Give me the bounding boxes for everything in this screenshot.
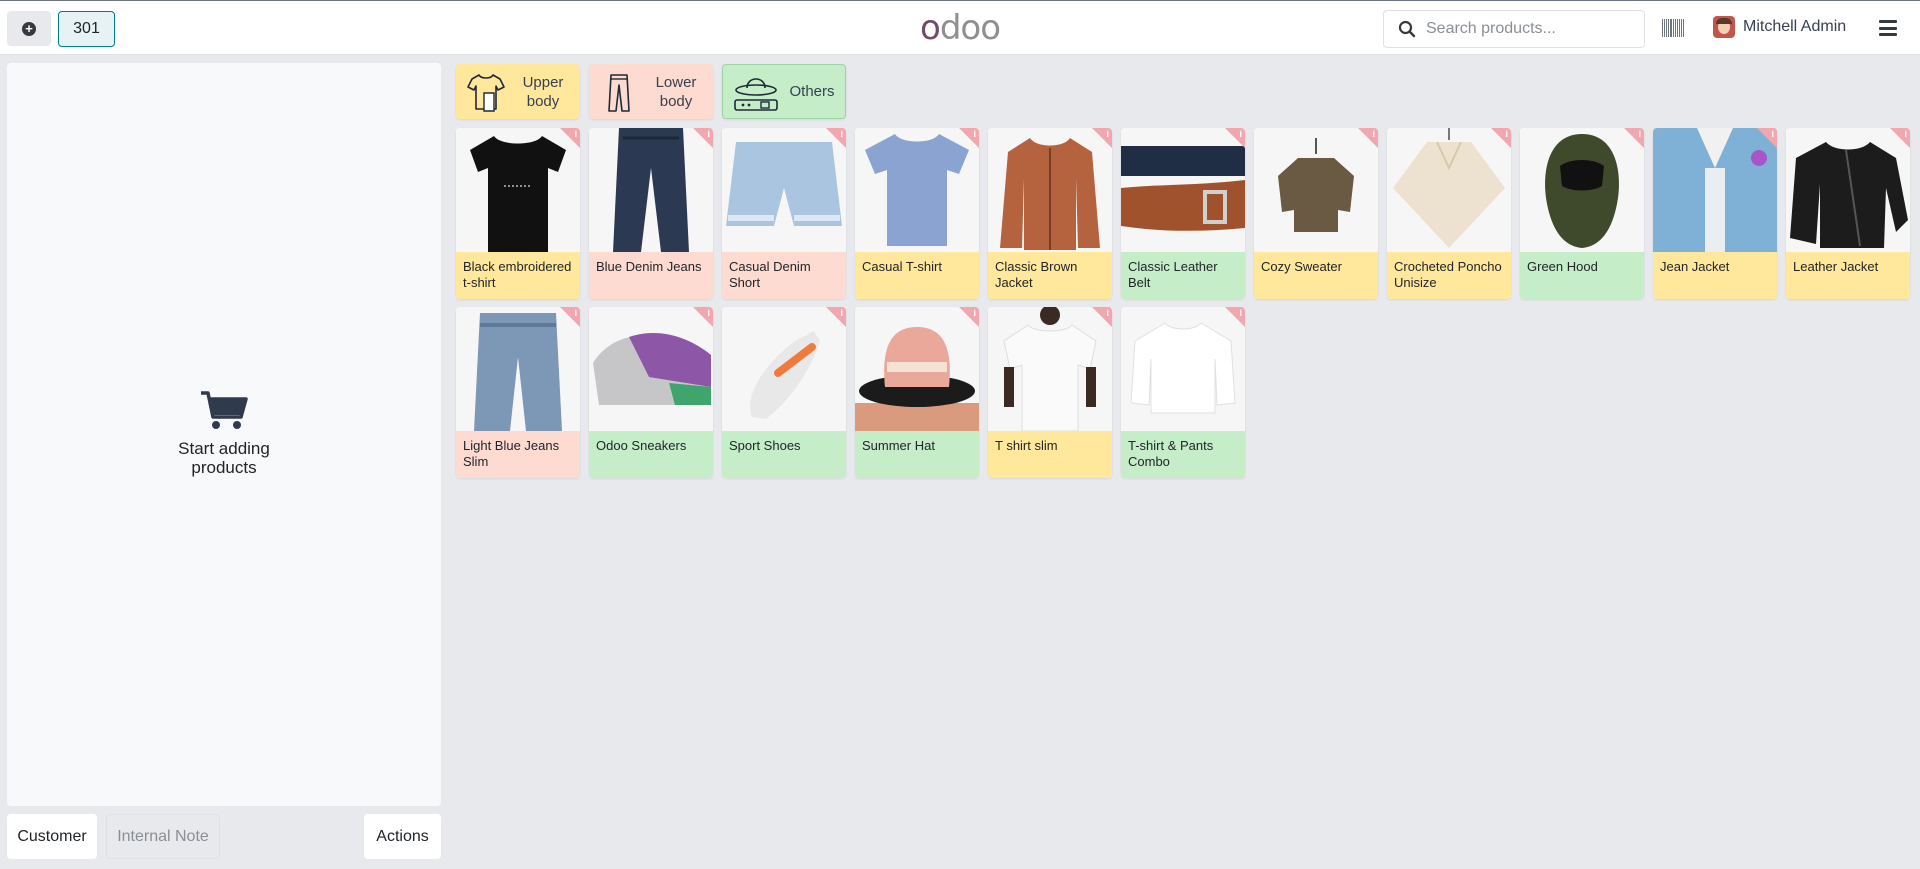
product-name: Sport Shoes <box>722 431 846 478</box>
product-name: Jean Jacket <box>1653 252 1777 299</box>
product-name: Odoo Sneakers <box>589 431 713 478</box>
product-name: Crocheted Poncho Unisize <box>1387 252 1511 299</box>
product-info-icon[interactable] <box>959 128 979 148</box>
top-bar: + 301 odoo Mitchell Admin <box>0 0 1920 55</box>
product-info-icon[interactable] <box>1225 128 1245 148</box>
search-input[interactable] <box>1426 20 1626 38</box>
barcode-icon[interactable] <box>1662 19 1684 37</box>
product-name: Casual T-shirt <box>855 252 979 299</box>
category-bar: Upper body Lower body Others <box>456 64 846 119</box>
product-card[interactable]: Crocheted Poncho Unisize i <box>1387 128 1511 299</box>
user-menu[interactable]: Mitchell Admin <box>1713 16 1846 38</box>
product-info-icon[interactable] <box>693 307 713 327</box>
product-name: Classic Brown Jacket <box>988 252 1112 299</box>
info-icon: i <box>1239 308 1242 318</box>
info-icon: i <box>1106 129 1109 139</box>
product-card[interactable]: Leather Jacket i <box>1786 128 1910 299</box>
product-card[interactable]: T shirt slim i <box>988 307 1112 478</box>
user-name: Mitchell Admin <box>1743 18 1847 35</box>
info-icon: i <box>707 308 710 318</box>
product-card[interactable]: Classic Leather Belt i <box>1121 128 1245 299</box>
product-info-icon[interactable] <box>1757 128 1777 148</box>
product-name: Cozy Sweater <box>1254 252 1378 299</box>
empty-cart-text: Start adding products <box>178 439 270 477</box>
new-order-button[interactable]: + <box>7 11 51 46</box>
product-info-icon[interactable] <box>693 128 713 148</box>
product-info-icon[interactable] <box>1358 128 1378 148</box>
product-name: Blue Denim Jeans <box>589 252 713 299</box>
product-info-icon[interactable] <box>826 307 846 327</box>
product-card[interactable]: Summer Hat i <box>855 307 979 478</box>
internal-note-button[interactable]: Internal Note <box>106 814 220 859</box>
info-icon: i <box>1372 129 1375 139</box>
actions-button[interactable]: Actions <box>364 814 441 859</box>
category-label: Lower body <box>655 73 697 110</box>
product-name: Classic Leather Belt <box>1121 252 1245 299</box>
product-card[interactable]: Light Blue Jeans Slim i <box>456 307 580 478</box>
tshirt-icon <box>467 73 505 112</box>
product-info-icon[interactable] <box>560 307 580 327</box>
product-info-icon[interactable] <box>1491 128 1511 148</box>
category-others[interactable]: Others <box>722 64 846 119</box>
product-card[interactable]: Casual Denim Short i <box>722 128 846 299</box>
order-panel: Start adding products <box>7 63 441 806</box>
hamburger-menu-icon[interactable] <box>1879 20 1897 36</box>
product-info-icon[interactable] <box>1092 128 1112 148</box>
info-icon: i <box>840 308 843 318</box>
product-info-icon[interactable] <box>1225 307 1245 327</box>
pants-icon <box>608 73 630 112</box>
search-icon <box>1398 20 1416 38</box>
product-name: Green Hood <box>1520 252 1644 299</box>
product-card[interactable]: Green Hood i <box>1520 128 1644 299</box>
product-card[interactable]: Blue Denim Jeans i <box>589 128 713 299</box>
hat-belt-icon <box>734 77 778 111</box>
info-icon: i <box>1904 129 1907 139</box>
product-card[interactable]: T-shirt & Pants Combo i <box>1121 307 1245 478</box>
info-icon: i <box>1638 129 1641 139</box>
order-tab-301[interactable]: 301 <box>58 11 115 47</box>
product-info-icon[interactable] <box>1092 307 1112 327</box>
product-search[interactable] <box>1383 10 1645 48</box>
info-icon: i <box>1239 129 1242 139</box>
product-card[interactable]: Casual T-shirt i <box>855 128 979 299</box>
category-lower-body[interactable]: Lower body <box>589 64 713 119</box>
avatar <box>1713 16 1735 38</box>
product-name: T-shirt & Pants Combo <box>1121 431 1245 478</box>
info-icon: i <box>1771 129 1774 139</box>
category-label: Upper body <box>522 73 564 110</box>
info-icon: i <box>707 129 710 139</box>
info-icon: i <box>840 129 843 139</box>
product-info-icon[interactable] <box>560 128 580 148</box>
product-info-icon[interactable] <box>1624 128 1644 148</box>
cart-icon <box>201 391 248 429</box>
product-info-icon[interactable] <box>959 307 979 327</box>
category-label: Others <box>789 83 835 100</box>
product-info-icon[interactable] <box>1890 128 1910 148</box>
product-name: Casual Denim Short <box>722 252 846 299</box>
product-card[interactable]: Odoo Sneakers i <box>589 307 713 478</box>
plus-icon: + <box>22 21 36 36</box>
product-name: T shirt slim <box>988 431 1112 478</box>
info-icon: i <box>973 308 976 318</box>
product-name: Leather Jacket <box>1786 252 1910 299</box>
info-icon: i <box>973 129 976 139</box>
empty-cart: Start adding products <box>7 389 441 477</box>
customer-button[interactable]: Customer <box>7 814 97 859</box>
product-info-icon[interactable] <box>826 128 846 148</box>
product-card[interactable]: Jean Jacket i <box>1653 128 1777 299</box>
category-upper-body[interactable]: Upper body <box>456 64 580 119</box>
product-card[interactable]: Sport Shoes i <box>722 307 846 478</box>
product-name: Light Blue Jeans Slim <box>456 431 580 478</box>
info-icon: i <box>1505 129 1508 139</box>
product-grid: Black embroidered t-shirt i Blue Denim J… <box>456 128 1912 478</box>
info-icon: i <box>1106 308 1109 318</box>
product-card[interactable]: Black embroidered t-shirt i <box>456 128 580 299</box>
product-card[interactable]: Classic Brown Jacket i <box>988 128 1112 299</box>
info-icon: i <box>574 129 577 139</box>
product-name: Summer Hat <box>855 431 979 478</box>
product-name: Black embroidered t-shirt <box>456 252 580 299</box>
info-icon: i <box>574 308 577 318</box>
product-card[interactable]: Cozy Sweater i <box>1254 128 1378 299</box>
odoo-logo: odoo <box>920 8 1001 48</box>
